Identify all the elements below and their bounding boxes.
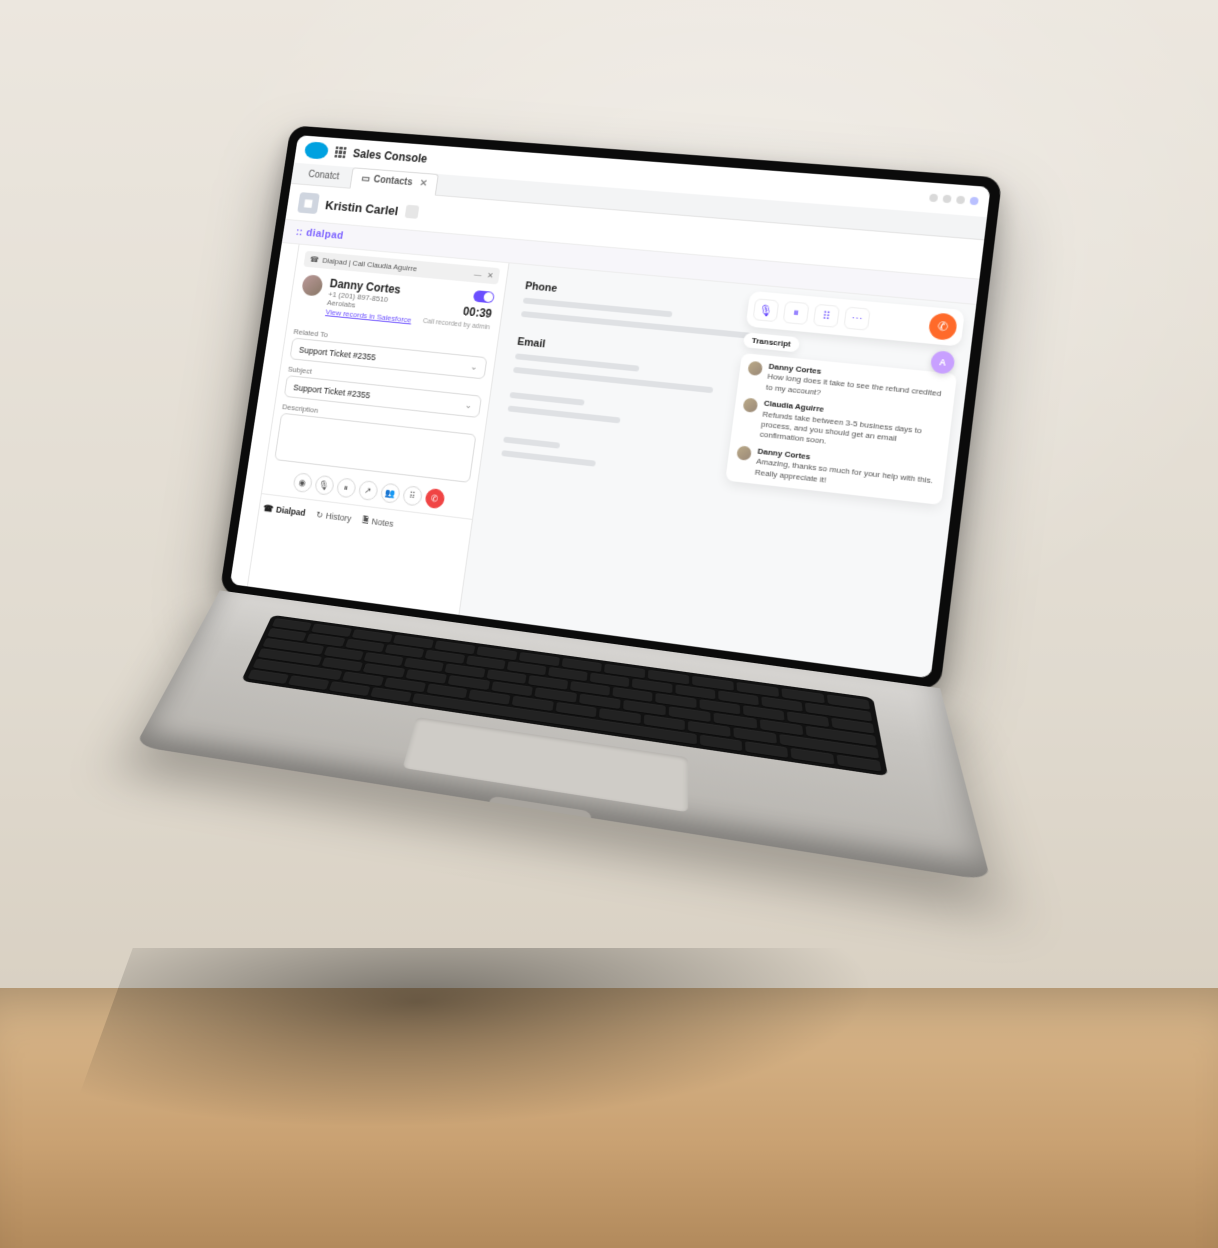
window-indicator — [929, 194, 979, 206]
front-notch — [489, 796, 592, 818]
related-to-value: Support Ticket #2355 — [298, 344, 376, 361]
phone-icon: ☎ — [263, 503, 275, 515]
contact-name: Kristin Carlel — [324, 198, 399, 218]
keypad-button[interactable]: ⠿ — [401, 485, 422, 507]
skeleton — [503, 437, 560, 449]
skeleton — [521, 311, 751, 339]
call-timer: 00:39 — [462, 305, 493, 321]
mic-button[interactable]: 🎙 — [752, 298, 779, 322]
speaker-avatar — [747, 361, 763, 376]
app-title: Sales Console — [352, 147, 428, 166]
close-icon[interactable]: ✕ — [487, 271, 494, 280]
record-toggle[interactable] — [473, 290, 495, 303]
subject-value: Support Ticket #2355 — [293, 382, 371, 400]
hangup-button[interactable]: ✆ — [424, 488, 445, 510]
app-launcher-icon[interactable] — [334, 146, 346, 158]
call-right: 00:39 Call recorded by admin — [422, 286, 494, 331]
laptop-shadow — [67, 948, 893, 1128]
chevron-down-icon: ⌄ — [464, 400, 473, 411]
pause-button[interactable]: ⏸ — [783, 301, 810, 325]
laptop: Sales Console Conatct ▭ Contacts ✕ ◼ Kri… — [182, 125, 1003, 963]
record-action-icon[interactable] — [405, 205, 420, 219]
contact-icon: ◼ — [297, 192, 320, 214]
transcript-tab[interactable]: Transcript — [743, 332, 800, 352]
speaker-avatar — [742, 398, 758, 413]
keypad-button[interactable]: ⠿ — [813, 304, 840, 328]
tab-notes[interactable]: 🗎 Notes — [361, 512, 394, 531]
transfer-button[interactable]: ↗ — [357, 480, 378, 501]
tab-history-label: History — [325, 511, 352, 524]
minimize-icon[interactable]: — — [474, 270, 483, 279]
history-icon: ↻ — [315, 509, 323, 520]
hold-button[interactable]: ⏸ — [335, 477, 356, 498]
skeleton — [513, 367, 714, 393]
chevron-down-icon: ⌄ — [470, 362, 479, 373]
mute-button[interactable]: 🎙 — [314, 475, 335, 496]
tab-dialpad[interactable]: ☎ Dialpad — [262, 500, 306, 520]
tab-label: Contacts — [373, 175, 413, 188]
notes-icon: 🗎 — [361, 512, 370, 528]
breadcrumb-label: Conatct — [298, 164, 349, 187]
salesforce-logo-icon — [304, 141, 330, 159]
add-participant-button[interactable]: 👥 — [379, 482, 400, 503]
transcript-panel: Danny Cortes How long does it take to se… — [725, 353, 957, 505]
tab-notes-label: Notes — [371, 516, 394, 528]
more-button[interactable]: ⋯ — [843, 306, 870, 330]
tab-dialpad-label: Dialpad — [275, 505, 306, 518]
caller-info: Danny Cortes +1 (201) 897-8510 Aerolabs … — [325, 277, 421, 326]
floating-call-widget: 🎙 ⏸ ⠿ ⋯ ✆ Transcript A Danny Cortes — [725, 291, 965, 505]
skeleton — [508, 406, 621, 424]
close-icon[interactable]: ✕ — [419, 178, 428, 189]
tab-history[interactable]: ↻ History — [315, 507, 352, 527]
app-window: Sales Console Conatct ▭ Contacts ✕ ◼ Kri… — [230, 135, 991, 678]
recorded-caption: Call recorded by admin — [422, 318, 490, 331]
speaker-avatar — [736, 445, 752, 461]
phone-transfer-icon: ☎ — [309, 255, 319, 264]
skeleton — [509, 392, 584, 406]
skeleton — [501, 450, 595, 466]
record-button[interactable]: ◉ — [292, 472, 313, 493]
caller-avatar — [301, 274, 324, 296]
hangup-button[interactable]: ✆ — [928, 312, 958, 341]
contact-card-icon: ▭ — [361, 174, 371, 185]
